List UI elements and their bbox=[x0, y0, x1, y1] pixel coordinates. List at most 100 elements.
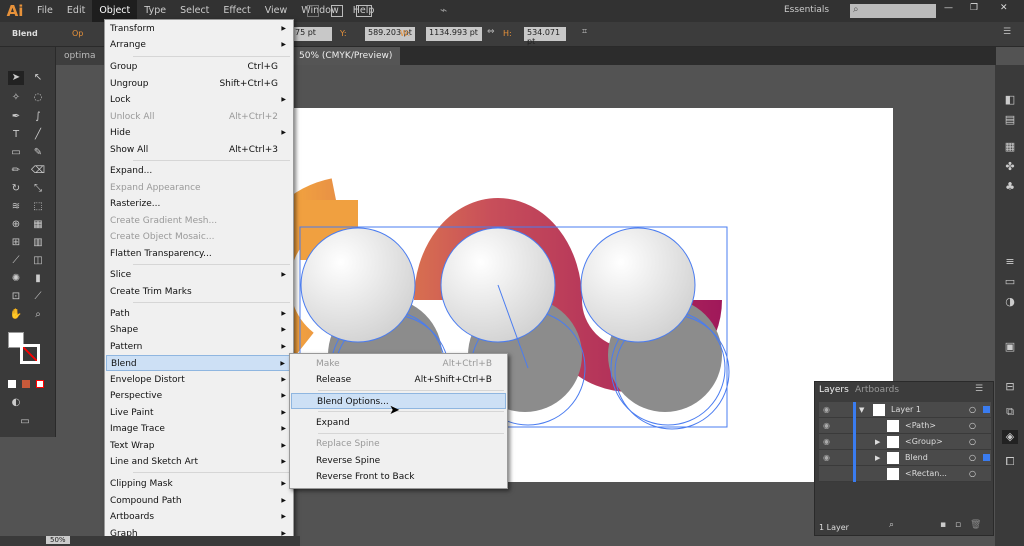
menu-item-flatten-transparency[interactable]: Flatten Transparency... bbox=[106, 246, 292, 262]
visibility-eye-icon[interactable]: ◉ bbox=[823, 434, 830, 450]
collapse-arrow-icon[interactable]: ▼ bbox=[859, 402, 864, 418]
panel-menu-icon[interactable]: ☰ bbox=[975, 384, 983, 394]
artboards-panel-icon[interactable]: ⧠ bbox=[1002, 455, 1018, 469]
swatches-icon[interactable]: ▦ bbox=[1002, 140, 1018, 154]
layers-panel-icon[interactable]: ◈ bbox=[1002, 430, 1018, 444]
graphic-styles-icon[interactable]: ▣ bbox=[1002, 340, 1018, 354]
visibility-eye-icon[interactable]: ◉ bbox=[823, 402, 830, 418]
menu-item-group[interactable]: Group Ctrl+G bbox=[106, 59, 292, 75]
menu-item-ungroup[interactable]: Ungroup Shift+Ctrl+G bbox=[106, 76, 292, 92]
layer-row[interactable]: ◉ ▶ Blend ○ bbox=[819, 450, 991, 466]
shortcut: Alt+Shift+Ctrl+B bbox=[414, 375, 492, 385]
object-menu: Transform ▶ Arrange ▶ Group Ctrl+G Ungroup Shif… bbox=[104, 19, 294, 544]
menu-item-label: Transform bbox=[110, 24, 155, 34]
menu-item-expand-appearance[interactable]: Expand Appearance bbox=[106, 180, 292, 196]
pathfinder-icon[interactable]: ⧉ bbox=[1002, 405, 1018, 419]
color-panel-icon[interactable]: ◧ bbox=[1002, 93, 1018, 107]
menu-item-label: Expand bbox=[316, 418, 350, 428]
menu-item-compound-path[interactable]: Compound Path ▶ bbox=[106, 493, 292, 509]
menu-item-show-all[interactable]: Show All Alt+Ctrl+3 bbox=[106, 142, 292, 158]
layer-row[interactable]: ◉ <Path> ○ bbox=[819, 418, 991, 434]
target-icon[interactable]: ○ bbox=[969, 418, 976, 434]
menu-item-hide[interactable]: Hide ▶ bbox=[106, 125, 292, 141]
menu-item-label: Ungroup bbox=[110, 79, 149, 89]
menu-item-transform[interactable]: Transform ▶ bbox=[106, 21, 292, 37]
target-icon[interactable]: ○ bbox=[969, 466, 976, 482]
expand-arrow-icon[interactable]: ▶ bbox=[875, 450, 880, 466]
target-icon[interactable]: ○ bbox=[969, 450, 976, 466]
menu-item-text-wrap[interactable]: Text Wrap ▶ bbox=[106, 438, 292, 454]
submenu-arrow-icon: ▶ bbox=[281, 96, 286, 103]
menu-item-image-trace[interactable]: Image Trace ▶ bbox=[106, 421, 292, 437]
new-layer-icon[interactable]: ▫ bbox=[955, 520, 961, 530]
menu-item-reverse-spine[interactable]: Reverse Spine bbox=[291, 453, 506, 469]
menu-item-label: Arrange bbox=[110, 40, 146, 50]
layer-row[interactable]: ◉ ▼ Layer 1 ○ bbox=[819, 402, 991, 418]
layer-color-bar bbox=[853, 450, 856, 466]
layer-thumbnail bbox=[887, 452, 899, 464]
layer-name: Layer 1 bbox=[891, 405, 921, 414]
transparency-icon[interactable]: ◑ bbox=[1002, 295, 1018, 309]
menu-item-clipping-mask[interactable]: Clipping Mask ▶ bbox=[106, 476, 292, 492]
menu-item-pattern[interactable]: Pattern ▶ bbox=[106, 339, 292, 355]
submenu-arrow-icon: ▶ bbox=[281, 271, 286, 278]
menu-item-release[interactable]: Release Alt+Shift+Ctrl+B bbox=[291, 372, 506, 388]
menu-item-live-paint[interactable]: Live Paint ▶ bbox=[106, 405, 292, 421]
layer-name: Blend bbox=[905, 453, 928, 462]
menu-item-unlock-all[interactable]: Unlock All Alt+Ctrl+2 bbox=[106, 109, 292, 125]
menu-item-lock[interactable]: Lock ▶ bbox=[106, 92, 292, 108]
locate-object-icon[interactable]: ⌕ bbox=[889, 520, 894, 530]
menu-item-slice[interactable]: Slice ▶ bbox=[106, 267, 292, 283]
submenu-arrow-icon: ▶ bbox=[281, 409, 286, 416]
menu-item-envelope-distort[interactable]: Envelope Distort ▶ bbox=[106, 372, 292, 388]
layers-panel: Layers Artboards ☰ ◉ ▼ Layer 1 ○ ◉ <Path> ○ ◉ ▶ <… bbox=[814, 381, 994, 536]
menu-item-label: Group bbox=[110, 62, 138, 72]
selection-indicator[interactable] bbox=[983, 454, 990, 461]
zoom-level[interactable]: 50% bbox=[46, 536, 70, 544]
visibility-eye-icon[interactable]: ◉ bbox=[823, 450, 830, 466]
tab-artboards[interactable]: Artboards bbox=[855, 385, 899, 395]
menu-item-label: Rasterize... bbox=[110, 199, 161, 209]
menu-item-artboards[interactable]: Artboards ▶ bbox=[106, 509, 292, 525]
menu-item-make[interactable]: Make Alt+Ctrl+B bbox=[291, 356, 506, 372]
menu-item-rasterize[interactable]: Rasterize... bbox=[106, 196, 292, 212]
menu-item-label: Show All bbox=[110, 145, 149, 155]
expand-arrow-icon[interactable]: ▶ bbox=[875, 434, 880, 450]
menu-item-label: Lock bbox=[110, 95, 131, 105]
submenu-arrow-icon: ▶ bbox=[281, 425, 286, 432]
menu-item-create-gradient-mesh[interactable]: Create Gradient Mesh... bbox=[106, 213, 292, 229]
submenu-arrow-icon: ▶ bbox=[280, 360, 285, 367]
menu-item-shape[interactable]: Shape ▶ bbox=[106, 322, 292, 338]
menu-item-label: Pattern bbox=[110, 342, 143, 352]
target-icon[interactable]: ○ bbox=[969, 434, 976, 450]
selection-indicator[interactable] bbox=[983, 406, 990, 413]
menu-item-blend[interactable]: Blend ▶ bbox=[106, 355, 292, 371]
layer-thumbnail bbox=[887, 420, 899, 432]
menu-item-create-object-mosaic[interactable]: Create Object Mosaic... bbox=[106, 229, 292, 245]
submenu-arrow-icon: ▶ bbox=[281, 25, 286, 32]
menu-item-path[interactable]: Path ▶ bbox=[106, 306, 292, 322]
color-guide-icon[interactable]: ▤ bbox=[1002, 113, 1018, 127]
symbols-icon[interactable]: ♣ bbox=[1002, 180, 1018, 194]
align-icon[interactable]: ⊟ bbox=[1002, 380, 1018, 394]
menu-item-reverse-front-to-back[interactable]: Reverse Front to Back bbox=[291, 469, 506, 485]
brushes-icon[interactable]: ✤ bbox=[1002, 160, 1018, 174]
menu-item-line-and-sketch-art[interactable]: Line and Sketch Art ▶ bbox=[106, 454, 292, 470]
menu-item-replace-spine[interactable]: Replace Spine bbox=[291, 436, 506, 452]
layer-name: <Rectan... bbox=[905, 469, 947, 478]
layer-row[interactable]: ◉ ▶ <Group> ○ bbox=[819, 434, 991, 450]
visibility-eye-icon[interactable]: ◉ bbox=[823, 418, 830, 434]
new-sublayer-icon[interactable]: ▪ bbox=[940, 520, 946, 530]
menu-item-expand[interactable]: Expand... bbox=[106, 163, 292, 179]
target-icon[interactable]: ○ bbox=[969, 402, 976, 418]
layer-row[interactable]: <Rectan... ○ bbox=[819, 466, 991, 482]
submenu-arrow-icon: ▶ bbox=[281, 376, 286, 383]
menu-item-perspective[interactable]: Perspective ▶ bbox=[106, 388, 292, 404]
menu-item-create-trim-marks[interactable]: Create Trim Marks bbox=[106, 284, 292, 300]
delete-icon[interactable]: 🗑 bbox=[970, 520, 981, 530]
tab-layers[interactable]: Layers bbox=[819, 385, 849, 395]
menu-item-label: Compound Path bbox=[110, 496, 182, 506]
gradient-panel-icon[interactable]: ▭ bbox=[1002, 275, 1018, 289]
stroke-panel-icon[interactable]: ≡ bbox=[1002, 255, 1018, 269]
menu-item-arrange[interactable]: Arrange ▶ bbox=[106, 37, 292, 53]
